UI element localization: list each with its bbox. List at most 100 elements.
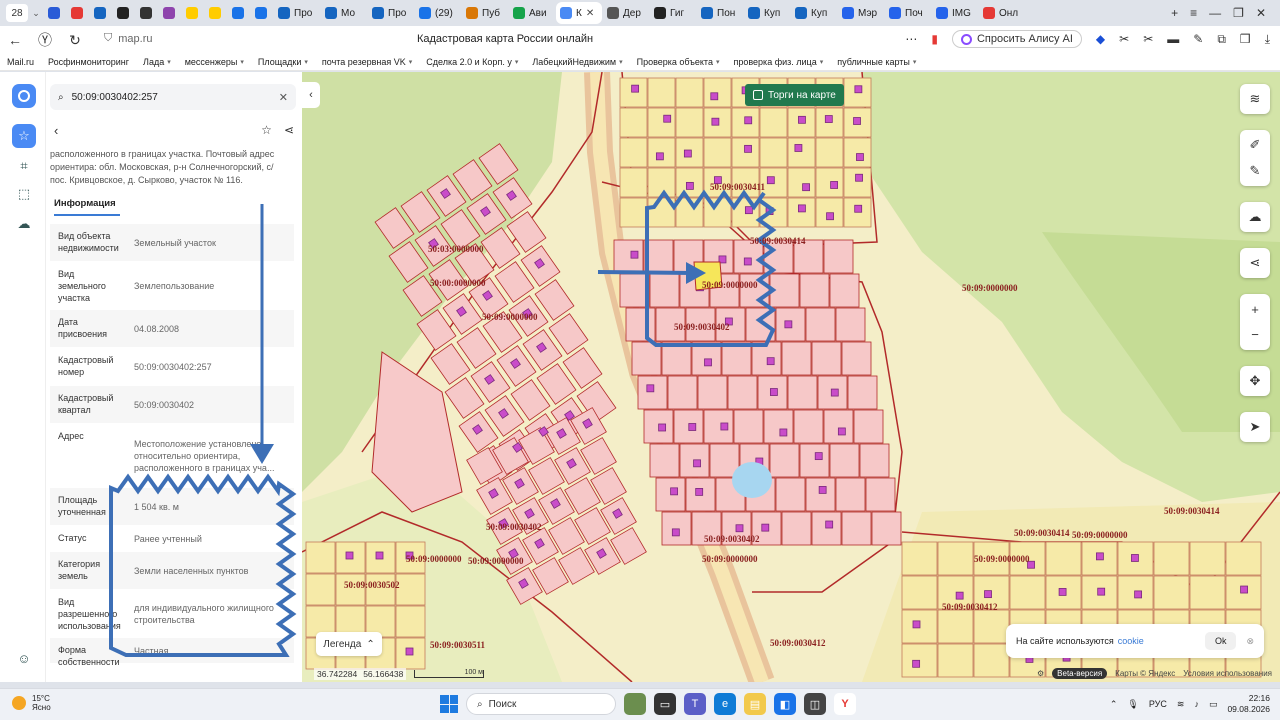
app-logo[interactable] (12, 84, 36, 108)
browser-tab[interactable]: К ✕ (556, 2, 602, 24)
microphone-icon[interactable]: 🎙 (1127, 699, 1138, 710)
cookie-ok-button[interactable]: Ok (1204, 632, 1237, 650)
browser-tab[interactable]: Про (274, 2, 320, 24)
yandex-browser-icon[interactable]: Y (834, 693, 856, 715)
browser-tab[interactable] (251, 2, 273, 24)
parcel[interactable] (871, 511, 902, 546)
select-area-icon[interactable]: ⌗ (12, 154, 36, 178)
locate-button[interactable]: ➤ (1240, 412, 1270, 442)
bookmark-item[interactable]: Лада ▾ (136, 57, 178, 67)
parcel[interactable] (937, 541, 974, 576)
parcel[interactable] (787, 167, 816, 198)
parcel[interactable] (841, 511, 872, 546)
browser-tab[interactable]: Куп (744, 2, 790, 24)
zoom-out-button[interactable]: − (1251, 327, 1259, 342)
bookmark-item[interactable]: мессенжеры ▾ (178, 57, 251, 67)
parcel[interactable] (697, 375, 728, 410)
parcel[interactable] (1225, 541, 1262, 576)
parcel[interactable] (843, 167, 872, 198)
parcel[interactable] (667, 375, 698, 410)
parcel[interactable] (805, 307, 836, 342)
auction-toggle-button[interactable]: Торги на карте (745, 84, 844, 106)
store-icon[interactable]: ◧ (774, 693, 796, 715)
tab-information[interactable]: Информация (54, 198, 120, 216)
browser-tab[interactable] (90, 2, 112, 24)
parcel[interactable] (901, 541, 938, 576)
start-button[interactable] (440, 695, 458, 713)
parcel[interactable] (901, 575, 938, 610)
widget-image-icon[interactable] (624, 693, 646, 715)
ruler-icon[interactable]: ✐ (1250, 137, 1261, 153)
parcel[interactable] (613, 239, 644, 274)
parcel[interactable] (649, 273, 680, 308)
parcel[interactable] (799, 273, 830, 308)
parcel[interactable] (787, 137, 816, 168)
pencil-icon[interactable]: ✎ (1193, 32, 1203, 46)
browser-tab[interactable]: Гиг (650, 2, 696, 24)
parcel[interactable] (619, 167, 648, 198)
parcel[interactable] (619, 137, 648, 168)
parcel[interactable] (619, 107, 648, 138)
battery-icon[interactable]: ▭ (1209, 699, 1218, 710)
parcel[interactable] (649, 443, 680, 478)
back-arrow-icon[interactable]: ‹ (54, 123, 58, 138)
parcel[interactable] (787, 375, 818, 410)
cloud-icon[interactable]: ☁ (12, 212, 36, 236)
browser-tab[interactable] (136, 2, 158, 24)
parcel[interactable] (1189, 541, 1226, 576)
menu-icon[interactable]: ≡ (1190, 6, 1197, 20)
maximize-button[interactable]: ❐ (1233, 6, 1244, 20)
parcel[interactable] (859, 443, 890, 478)
chevron-down-icon[interactable]: ⌄ (28, 8, 44, 19)
square-icon[interactable]: ⬚ (12, 182, 36, 206)
upload-button[interactable]: ☁ (1240, 202, 1270, 232)
parcel[interactable] (799, 443, 830, 478)
parcel[interactable] (865, 477, 896, 512)
map-canvas[interactable] (302, 72, 1280, 682)
parcel[interactable] (973, 609, 1010, 644)
browser-tab[interactable]: Куп (791, 2, 837, 24)
tool-extension-icon[interactable]: ✂ (1119, 32, 1129, 46)
close-window-button[interactable]: ✕ (1256, 6, 1266, 20)
bookmark-item[interactable]: почта резервная VK ▾ (315, 57, 419, 67)
download-icon[interactable]: ⤓ (1265, 32, 1270, 47)
parcel[interactable] (1045, 541, 1082, 576)
parcel[interactable] (763, 409, 794, 444)
hat-extension-icon[interactable]: ▬ (1167, 32, 1179, 46)
bookmark-item[interactable]: проверка физ. лица ▾ (726, 57, 830, 67)
bookmark-item[interactable]: Проверка объекта ▾ (630, 57, 727, 67)
browser-tab[interactable]: (29) (415, 2, 461, 24)
parcel[interactable] (973, 643, 1010, 678)
task-view-icon[interactable]: ▭ (654, 693, 676, 715)
parcel[interactable] (835, 477, 866, 512)
parcel[interactable] (1009, 575, 1046, 610)
browser-tab[interactable]: IMG (932, 2, 978, 24)
parcel[interactable] (829, 443, 860, 478)
tab-count-badge[interactable]: 28 (6, 4, 28, 22)
close-icon[interactable]: ⊗ (1246, 636, 1254, 647)
tool2-extension-icon[interactable]: ✂ (1143, 32, 1153, 46)
star-icon[interactable]: ☆ (12, 124, 36, 148)
alice-button[interactable]: Спросить Алису AI (951, 30, 1082, 48)
parcel[interactable] (811, 341, 842, 376)
layers-button[interactable]: ≋ (1240, 84, 1270, 114)
gear-icon[interactable]: ⚙ (1037, 669, 1044, 678)
collapse-panel-button[interactable]: ‹ (302, 82, 320, 108)
parcel[interactable] (843, 137, 872, 168)
parcel[interactable] (811, 511, 842, 546)
parcel[interactable] (703, 137, 732, 168)
browser-tab[interactable] (44, 2, 66, 24)
parcel[interactable] (619, 273, 650, 308)
parcel[interactable] (787, 197, 816, 228)
parcel[interactable] (823, 239, 854, 274)
more-icon[interactable]: ⋯ (905, 32, 917, 46)
clear-icon[interactable]: ✕ (279, 91, 288, 104)
collections-icon[interactable]: ❒ (1240, 32, 1251, 46)
bookmark-item[interactable]: ЛабецкийНедвижим ▾ (525, 57, 629, 67)
teams-icon[interactable]: T (684, 693, 706, 715)
parcel[interactable] (781, 511, 812, 546)
parcel[interactable] (769, 443, 800, 478)
parcel[interactable] (619, 197, 648, 228)
taskbar-search[interactable]: ⌕ Поиск (466, 693, 616, 715)
terms-link[interactable]: Условия использования (1183, 669, 1272, 678)
